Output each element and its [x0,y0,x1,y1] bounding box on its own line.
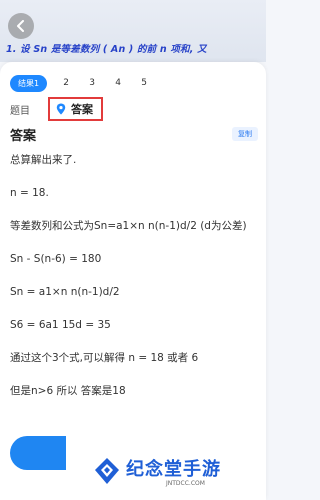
copy-button[interactable]: 复制 [232,127,258,141]
tab-result-5[interactable]: 5 [131,78,157,88]
answer-sheet: 结果1 2 3 4 5 题目 答案 答案 复制 总算解出来了. n = 18. … [0,62,266,500]
tab-result-2[interactable]: 2 [53,78,79,88]
tab-answer[interactable]: 答案 [48,97,103,121]
answer-line: 通过这个3个式,可以解得 n = 18 或者 6 [10,352,199,364]
answer-heading: 答案 [10,129,37,144]
tab-question[interactable]: 题目 [10,102,30,117]
result-tabs: 结果1 2 3 4 5 [10,74,157,92]
watermark: 纪念堂手游 JNTDCC.COM [92,446,262,496]
answer-tab-label: 答案 [71,103,93,116]
tab-result-4[interactable]: 4 [105,78,131,88]
chevron-left-icon [17,20,24,32]
tab-result-1[interactable]: 结果1 [10,74,48,92]
question-text: 1. 设 Sn 是等差数列 ( An ) 的前 n 项和, 又 [6,44,207,55]
tab-result-3[interactable]: 3 [79,78,105,88]
section-tabs: 题目 答案 [10,97,103,121]
answer-line: S6 = 6a1 15d = 35 [10,319,111,331]
answer-line: 但是n>6 所以 答案是18 [10,385,126,397]
question-photo: 1. 设 Sn 是等差数列 ( An ) 的前 n 项和, 又 [0,0,266,62]
answer-line: 总算解出来了. [10,154,77,166]
answer-line: 等差数列和公式为Sn=a1×n n(n-1)d/2 (d为公差) [10,220,247,232]
answer-line: Sn = a1×n n(n-1)d/2 [10,286,120,298]
action-button[interactable] [10,436,66,470]
answer-line: n = 18. [10,187,49,199]
watermark-url: JNTDCC.COM [166,480,205,487]
location-pin-icon [56,103,66,115]
back-button[interactable] [8,13,34,39]
watermark-logo-icon [95,458,119,484]
watermark-title: 纪念堂手游 [126,459,221,480]
answer-content: 总算解出来了. n = 18. 等差数列和公式为Sn=a1×n n(n-1)d/… [10,152,258,399]
answer-line: Sn - S(n-6) = 180 [10,253,102,265]
